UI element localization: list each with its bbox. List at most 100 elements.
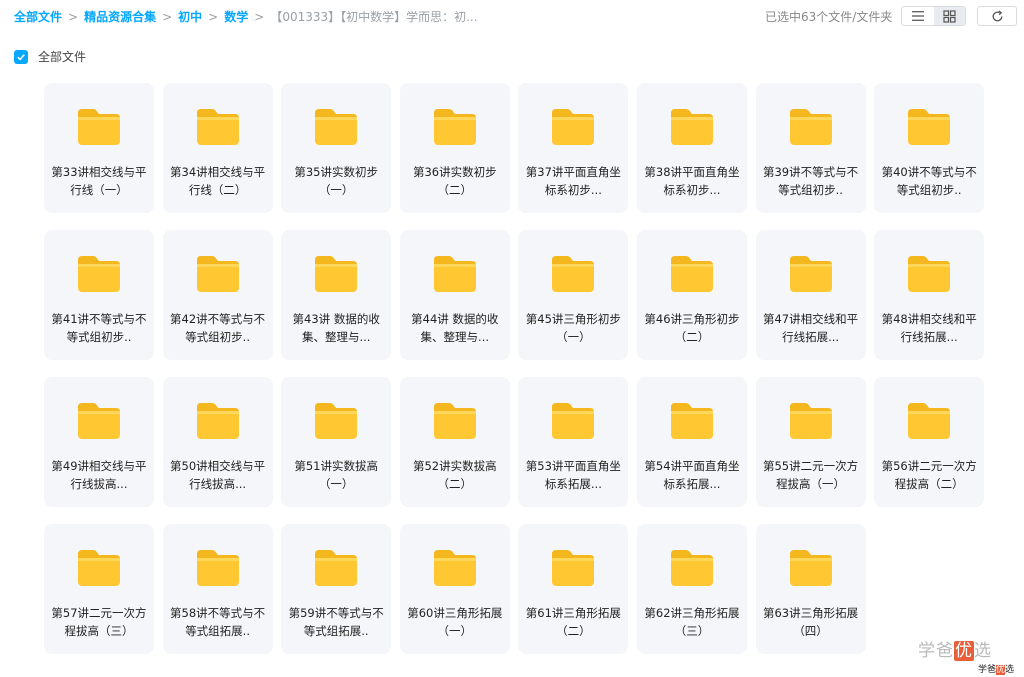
folder-tile[interactable]: 第45讲三角形初步（一） [518, 230, 629, 360]
folder-tile[interactable]: 第43讲 数据的收集、整理与... [281, 230, 392, 360]
folder-icon [315, 403, 358, 439]
breadcrumb-item-math[interactable]: 数学 [224, 8, 248, 25]
folder-icon [552, 109, 595, 145]
watermark-logo-small: 学爸优选 [978, 665, 1015, 675]
folder-name: 第42讲不等式与不等式组初步.. [170, 312, 266, 344]
folder-tile[interactable]: 第47讲相交线和平行线拓展... [755, 230, 866, 360]
folder-tile[interactable]: 第34讲相交线与平行线（二） [162, 83, 273, 213]
grid-view-button[interactable] [933, 7, 965, 25]
refresh-button[interactable] [977, 6, 1017, 26]
breadcrumb-separator-icon: > [254, 9, 265, 24]
folder-icon [908, 256, 951, 292]
checkmark-icon [17, 53, 25, 61]
folder-name: 第46讲三角形初步（二） [644, 312, 740, 344]
folder-name: 第44讲 数据的收集、整理与... [411, 312, 499, 344]
select-all-toggle[interactable]: 全部文件 [14, 48, 86, 65]
folder-name: 第48讲相交线和平行线拓展... [881, 312, 977, 344]
folder-tile[interactable]: 第60讲三角形拓展（一） [399, 524, 510, 654]
folder-tile[interactable]: 第57讲二元一次方程拔高（三） [44, 524, 154, 654]
folder-tile[interactable]: 第46讲三角形初步（二） [636, 230, 747, 360]
folder-name: 第53讲平面直角坐标系拓展... [525, 459, 621, 491]
folder-tile[interactable]: 第50讲相交线与平行线拔高... [162, 377, 273, 507]
folder-icon [908, 403, 951, 439]
folder-tile[interactable]: 第52讲实数拔高（二） [399, 377, 510, 507]
folder-icon [433, 550, 476, 586]
folder-icon [789, 550, 832, 586]
selection-count: 已选中63个文件/文件夹 [765, 10, 893, 24]
folder-icon [78, 109, 120, 145]
folder-tile[interactable]: 第33讲相交线与平行线（一） [44, 83, 154, 213]
folder-name: 第58讲不等式与不等式组拓展.. [170, 606, 266, 638]
folder-name: 第41讲不等式与不等式组初步.. [51, 312, 147, 344]
select-all-checkbox[interactable] [14, 49, 28, 64]
folder-tile[interactable]: 第53讲平面直角坐标系拓展... [518, 377, 629, 507]
folder-name: 第55讲二元一次方程拔高（一） [762, 459, 859, 491]
folder-name: 第35讲实数初步（一） [294, 165, 378, 197]
folder-name: 第39讲不等式与不等式组初步.. [762, 165, 859, 197]
folder-tile[interactable]: 第54讲平面直角坐标系拓展... [636, 377, 747, 507]
folder-tile[interactable]: 第59讲不等式与不等式组拓展.. [281, 524, 392, 654]
folder-tile[interactable]: 第55讲二元一次方程拔高（一） [755, 377, 866, 507]
folder-icon [552, 403, 595, 439]
folder-icon [196, 550, 239, 586]
folder-icon [908, 109, 951, 145]
folder-tile[interactable]: 第49讲相交线与平行线拔高... [44, 377, 154, 507]
folder-name: 第38讲平面直角坐标系初步... [644, 165, 740, 197]
folder-tile[interactable]: 第44讲 数据的收集、整理与... [399, 230, 510, 360]
folder-icon [315, 256, 358, 292]
folder-name: 第60讲三角形拓展（一） [407, 606, 503, 638]
folder-tile[interactable]: 第40讲不等式与不等式组初步.. [874, 83, 985, 213]
breadcrumb-separator-icon: > [68, 9, 79, 24]
folder-name: 第45讲三角形初步（一） [525, 312, 621, 344]
folder-tile[interactable]: 第61讲三角形拓展（二） [518, 524, 629, 654]
breadcrumb-item-all-files[interactable]: 全部文件 [14, 8, 62, 25]
folder-name: 第43讲 数据的收集、整理与... [292, 312, 380, 344]
folder-tile[interactable]: 第42讲不等式与不等式组初步.. [162, 230, 273, 360]
folder-tile[interactable]: 第35讲实数初步（一） [281, 83, 392, 213]
folder-name: 第40讲不等式与不等式组初步.. [881, 165, 977, 197]
folder-icon [670, 256, 713, 292]
list-view-icon [911, 11, 924, 21]
folder-icon [78, 403, 120, 439]
folder-tile[interactable]: 第48讲相交线和平行线拓展... [874, 230, 985, 360]
folder-name: 第62讲三角形拓展（三） [644, 606, 740, 638]
folder-tile[interactable]: 第38讲平面直角坐标系初步... [636, 83, 747, 213]
folder-icon [552, 256, 595, 292]
folder-icon [196, 403, 239, 439]
folder-name: 第51讲实数拔高（一） [294, 459, 378, 491]
folder-name: 第57讲二元一次方程拔高（三） [51, 606, 147, 638]
folder-icon [789, 109, 832, 145]
folder-grid: 第33讲相交线与平行线（一） 第34讲相交线与平行线（二） 第35讲实数初步（一） 第… [44, 83, 985, 654]
breadcrumb-separator-icon: > [208, 9, 219, 24]
folder-icon [196, 109, 239, 145]
folder-name: 第50讲相交线与平行线拔高... [170, 459, 266, 491]
folder-icon [315, 109, 358, 145]
refresh-icon [992, 10, 1002, 21]
list-view-button[interactable] [902, 7, 934, 25]
folder-name: 第52讲实数拔高（二） [412, 459, 497, 491]
folder-tile[interactable]: 第37讲平面直角坐标系初步... [518, 83, 629, 213]
folder-icon [670, 403, 713, 439]
folder-tile[interactable]: 第39讲不等式与不等式组初步.. [755, 83, 866, 213]
watermark-logo: 学爸优选 [918, 641, 992, 661]
breadcrumb: 全部文件 > 精品资源合集 > 初中 > 数学 > 【001333】【初中数学】… [14, 8, 478, 25]
folder-tile[interactable]: 第62讲三角形拓展（三） [636, 524, 747, 654]
folder-name: 第33讲相交线与平行线（一） [51, 165, 147, 197]
top-bar: 全部文件 > 精品资源合集 > 初中 > 数学 > 【001333】【初中数学】… [0, 0, 1024, 32]
folder-tile[interactable]: 第51讲实数拔高（一） [281, 377, 392, 507]
folder-tile[interactable]: 第56讲二元一次方程拔高（二） [874, 377, 985, 507]
folder-icon [552, 550, 595, 586]
folder-icon [670, 550, 713, 586]
folder-name: 第56讲二元一次方程拔高（二） [881, 459, 977, 491]
folder-icon [196, 256, 239, 292]
folder-tile[interactable]: 第58讲不等式与不等式组拓展.. [162, 524, 273, 654]
folder-name: 第37讲平面直角坐标系初步... [525, 165, 621, 197]
folder-tile[interactable]: 第63讲三角形拓展（四） [755, 524, 866, 654]
view-toggle [901, 6, 966, 26]
folder-name: 第47讲相交线和平行线拓展... [762, 312, 859, 344]
breadcrumb-item-junior-high[interactable]: 初中 [178, 8, 202, 25]
folder-tile[interactable]: 第41讲不等式与不等式组初步.. [44, 230, 154, 360]
folder-icon [789, 403, 832, 439]
breadcrumb-item-resource-collection[interactable]: 精品资源合集 [84, 8, 156, 25]
folder-tile[interactable]: 第36讲实数初步（二） [399, 83, 510, 213]
